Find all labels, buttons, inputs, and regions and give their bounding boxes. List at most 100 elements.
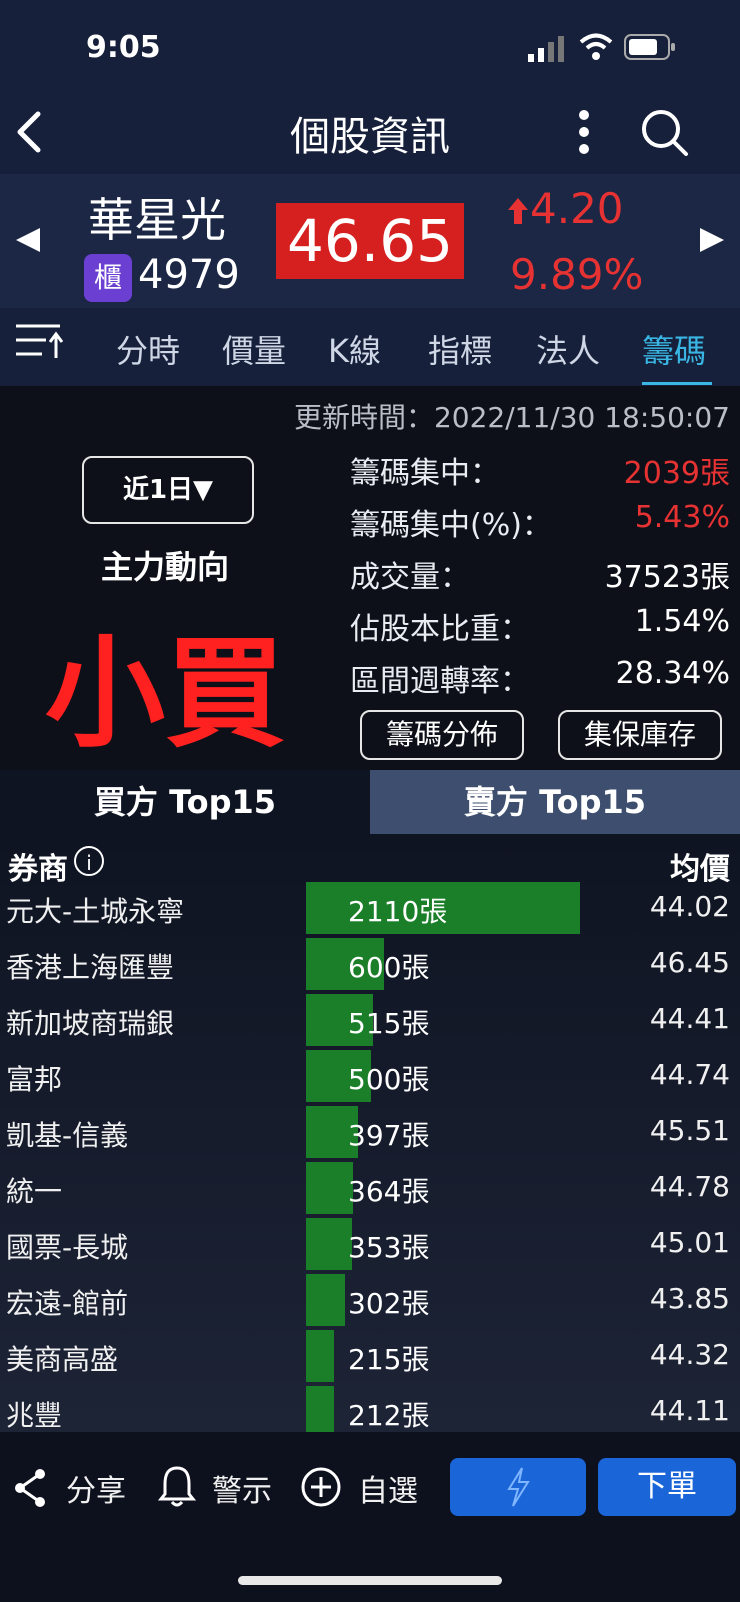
metric-label: 區間週轉率： bbox=[350, 664, 530, 699]
metric-label: 籌碼集中(%)： bbox=[350, 508, 552, 543]
tab-buy-top15[interactable]: 買方 Top15 bbox=[0, 770, 370, 834]
custody-inventory-button[interactable]: 集保庫存 bbox=[558, 710, 722, 760]
status-time: 9:05 bbox=[86, 30, 161, 65]
alert-label[interactable]: 警示 bbox=[212, 1466, 272, 1510]
kebab-icon[interactable] bbox=[576, 108, 592, 156]
battery-icon bbox=[624, 34, 675, 60]
quick-order-button[interactable] bbox=[450, 1458, 586, 1516]
table-row[interactable]: 元大-土城永寧 2110張 44.02 bbox=[0, 882, 740, 934]
order-button[interactable]: 下單 bbox=[598, 1458, 736, 1516]
volume-bar bbox=[306, 1218, 352, 1270]
add-circle-icon[interactable] bbox=[300, 1466, 342, 1508]
volume-value: 215張 bbox=[348, 1343, 430, 1376]
broker-name: 美商高盛 bbox=[6, 1343, 119, 1376]
chip-distribution-button[interactable]: 籌碼分佈 bbox=[360, 710, 524, 760]
tab-sell-top15[interactable]: 賣方 Top15 bbox=[370, 770, 740, 834]
table-row[interactable]: 富邦 500張 44.74 bbox=[0, 1050, 740, 1102]
broker-name: 國票-長城 bbox=[6, 1231, 129, 1264]
tab-minute[interactable]: 分時 bbox=[116, 326, 180, 372]
table-row[interactable]: 國票-長城 353張 45.01 bbox=[0, 1218, 740, 1270]
metric-value: 5.43% bbox=[634, 500, 730, 535]
volume-value: 600張 bbox=[348, 951, 430, 984]
info-icon[interactable]: i bbox=[74, 846, 104, 876]
page-title: 個股資訊 bbox=[290, 114, 450, 160]
avg-price: 46.45 bbox=[649, 946, 730, 979]
stock-code: 4979 bbox=[138, 252, 240, 298]
avg-price: 44.78 bbox=[649, 1170, 730, 1203]
metric-label: 籌碼集中： bbox=[350, 456, 500, 491]
broker-name: 香港上海匯豐 bbox=[6, 951, 175, 984]
arrow-up-icon bbox=[508, 198, 528, 224]
period-dropdown[interactable]: 近1日▼ bbox=[82, 456, 254, 524]
next-stock-icon[interactable] bbox=[698, 226, 726, 254]
avg-price: 45.01 bbox=[649, 1226, 730, 1259]
share-icon[interactable] bbox=[12, 1468, 48, 1508]
table-row[interactable]: 兆豐 212張 44.11 bbox=[0, 1386, 740, 1432]
prev-stock-icon[interactable] bbox=[14, 226, 42, 254]
tab-indicators[interactable]: 指標 bbox=[428, 326, 492, 372]
main-direction-signal: 小買 bbox=[45, 625, 285, 764]
volume-value: 2110張 bbox=[348, 895, 448, 928]
price-change-pct: 9.89% bbox=[510, 250, 644, 299]
tab-kline[interactable]: K線 bbox=[328, 326, 381, 372]
volume-value: 500張 bbox=[348, 1063, 430, 1096]
table-row[interactable]: 美商高盛 215張 44.32 bbox=[0, 1330, 740, 1382]
table-row[interactable]: 香港上海匯豐 600張 46.45 bbox=[0, 938, 740, 990]
metric-value: 1.54% bbox=[634, 604, 730, 639]
broker-name: 統一 bbox=[6, 1175, 63, 1208]
volume-value: 302張 bbox=[348, 1287, 430, 1320]
volume-value: 364張 bbox=[348, 1175, 430, 1208]
watchlist-label[interactable]: 自選 bbox=[358, 1466, 418, 1510]
tab-underline bbox=[642, 382, 712, 385]
avg-price: 44.32 bbox=[649, 1338, 730, 1371]
stock-name: 華星光 bbox=[88, 193, 226, 247]
lightning-icon bbox=[507, 1467, 530, 1507]
share-label[interactable]: 分享 bbox=[66, 1466, 126, 1510]
metric-label: 成交量： bbox=[350, 560, 470, 595]
sort-menu-icon[interactable] bbox=[16, 322, 64, 362]
table-row[interactable]: 宏遠-館前 302張 43.85 bbox=[0, 1274, 740, 1326]
table-row[interactable]: 新加坡商瑞銀 515張 44.41 bbox=[0, 994, 740, 1046]
main-direction-label: 主力動向 bbox=[100, 548, 229, 586]
board-badge: 櫃 bbox=[84, 254, 132, 302]
col-header-avg-price: 均價 bbox=[670, 852, 730, 887]
tab-institutional[interactable]: 法人 bbox=[536, 326, 600, 372]
tab-chips[interactable]: 籌碼 bbox=[642, 326, 706, 372]
metric-label: 佔股本比重： bbox=[350, 612, 530, 647]
avg-price: 44.02 bbox=[649, 890, 730, 923]
avg-price: 44.11 bbox=[649, 1394, 730, 1427]
search-icon[interactable] bbox=[640, 108, 690, 158]
volume-bar bbox=[306, 1162, 353, 1214]
broker-name: 元大-土城永寧 bbox=[6, 895, 185, 928]
avg-price: 45.51 bbox=[649, 1114, 730, 1147]
broker-table: 元大-土城永寧 2110張 44.02 香港上海匯豐 600張 46.45 新加坡商瑞銀 51… bbox=[0, 834, 740, 1432]
home-indicator bbox=[238, 1576, 502, 1585]
broker-name: 凱基-信義 bbox=[6, 1119, 129, 1152]
metric-value: 2039張 bbox=[623, 456, 730, 491]
volume-bar bbox=[306, 1274, 345, 1326]
metric-value: 37523張 bbox=[604, 560, 730, 595]
table-row[interactable]: 統一 364張 44.78 bbox=[0, 1162, 740, 1214]
price-change: 4.20 bbox=[530, 184, 624, 233]
updated-time: 更新時間：2022/11/30 18:50:07 bbox=[293, 401, 730, 434]
tab-price-volume[interactable]: 價量 bbox=[222, 326, 286, 372]
wifi-icon bbox=[579, 33, 613, 60]
volume-value: 353張 bbox=[348, 1231, 430, 1264]
volume-value: 397張 bbox=[348, 1119, 430, 1152]
volume-bar bbox=[306, 1386, 334, 1432]
stock-price: 46.65 bbox=[276, 203, 464, 279]
volume-value: 515張 bbox=[348, 1007, 430, 1040]
signal-icon bbox=[528, 36, 564, 62]
avg-price: 43.85 bbox=[649, 1282, 730, 1315]
col-header-broker: 券商 bbox=[8, 852, 68, 887]
avg-price: 44.41 bbox=[649, 1002, 730, 1035]
metric-value: 28.34% bbox=[615, 656, 730, 691]
broker-name: 富邦 bbox=[6, 1063, 63, 1096]
broker-name: 兆豐 bbox=[6, 1399, 63, 1432]
broker-name: 新加坡商瑞銀 bbox=[6, 1007, 175, 1040]
volume-bar bbox=[306, 1330, 334, 1382]
bell-icon[interactable] bbox=[158, 1464, 196, 1508]
volume-value: 212張 bbox=[348, 1399, 430, 1432]
avg-price: 44.74 bbox=[649, 1058, 730, 1091]
table-row[interactable]: 凱基-信義 397張 45.51 bbox=[0, 1106, 740, 1158]
